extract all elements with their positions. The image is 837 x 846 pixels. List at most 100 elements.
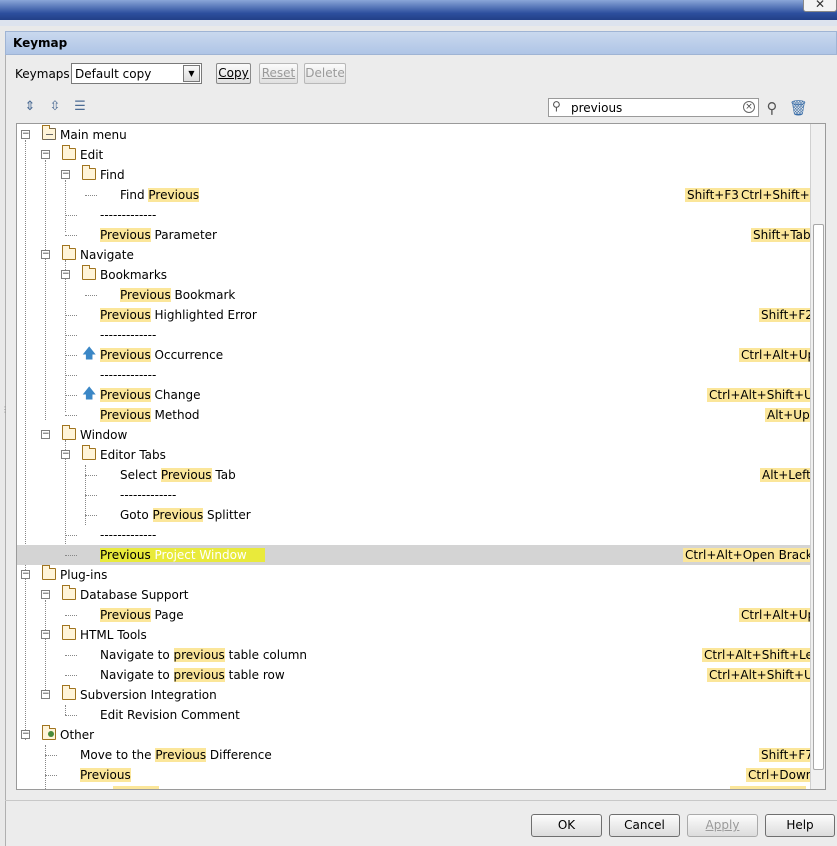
apply-button[interactable]: Apply [687,814,758,837]
scrollbar-thumb[interactable] [813,224,824,770]
tree-node-main-menu[interactable]: − Main menu [17,125,810,145]
tree-action-previous-bookmark[interactable]: Previous Bookmark [17,285,810,305]
chevron-down-icon[interactable]: ▼ [183,65,200,82]
tree-action-previous[interactable]: Previous Ctrl+Down [17,765,816,785]
tree-action-previous-project-window[interactable]: Previous Project Window Ctrl+Alt+Open Br… [17,545,825,565]
search-field[interactable]: ⚲ × [548,98,759,117]
action-label: Navigate to previous table column [100,648,307,662]
tree-node-editor-tabs[interactable]: − Editor Tabs [17,445,810,465]
tree-action-previous-change[interactable]: 🡅 Previous Change Ctrl+Alt+Shift+Up [17,385,823,405]
action-label-text: Difference [206,748,272,762]
collapse-icon[interactable]: − [21,570,30,579]
action-label-text: Move to the [80,748,156,762]
collapse-all-icon[interactable]: ⇳ [47,99,63,115]
cancel-button-label: Cancel [624,818,665,832]
tree-line [45,775,57,776]
clear-filter-icon[interactable]: 🗑 [789,99,808,117]
tree-action-edit-revision-comment[interactable]: Edit Revision Comment [17,705,810,725]
find-by-shortcut-icon[interactable]: ⚲ [763,99,781,117]
tree-node-subversion-integration[interactable]: − Subversion Integration [17,685,810,705]
cancel-button[interactable]: Cancel [609,814,680,837]
tree-line [85,295,97,296]
keymaps-label: Keymaps: [15,67,74,81]
close-window-button[interactable]: ✕ [803,0,837,12]
shortcut-badge: Ctrl+Alt+Open Bracket [683,548,825,562]
collapse-icon[interactable]: − [41,630,50,639]
dialog-title-bar: Keymap [5,31,837,55]
edit-shortcut-icon[interactable]: ☰ [72,99,88,115]
clear-search-icon[interactable]: × [743,101,755,113]
folder-icon [82,265,96,280]
search-input[interactable] [571,101,731,115]
ok-button[interactable]: OK [531,814,602,837]
tree-action-previous-page[interactable]: Previous Page Ctrl+Alt+Up [17,605,818,625]
collapse-icon[interactable]: − [41,430,50,439]
tree-action-previous-parameter[interactable]: Previous Parameter Shift+Tab [17,225,813,245]
shortcut-badge: Shift+Tab [751,228,813,242]
collapse-icon[interactable]: − [41,690,50,699]
tree-action-navigate-previous-table-column[interactable]: Navigate to previous table column Ctrl+A… [17,645,824,665]
keymap-tree[interactable]: − Main menu − Edit − Find Find Previous … [16,123,826,790]
tree-action-goto-previous-splitter[interactable]: Goto Previous Splitter [17,505,810,525]
action-label-text: Find [120,188,149,202]
collapse-icon[interactable]: − [41,590,50,599]
collapse-icon[interactable]: − [61,170,70,179]
tree-node-find[interactable]: − Find [17,165,810,185]
shortcut-badge: Ctrl+Alt+Shift+Up [707,388,823,402]
cut-off-shortcut [730,786,806,789]
expand-all-icon[interactable]: ⇕ [22,99,38,115]
tree-node-html-tools[interactable]: − HTML Tools [17,625,810,645]
action-label: Previous Change [100,388,200,402]
tree-line [65,675,77,676]
collapse-icon[interactable]: − [61,270,70,279]
help-button[interactable]: Help [765,814,835,837]
tree-node-plugins[interactable]: − Plug-ins [17,565,810,585]
copy-button[interactable]: Copy [216,63,251,84]
shortcut-badge: Ctrl+Shift+L [739,188,819,202]
folder-icon [62,685,76,700]
tree-node-database-support[interactable]: − Database Support [17,585,810,605]
action-label-text: Page [150,608,184,622]
arrow-up-icon: 🡅 [82,386,97,402]
search-match: Previous [100,408,151,422]
keymap-select-value: Default copy [75,67,152,81]
tree-scrollbar[interactable] [810,124,825,789]
tree-node-edit[interactable]: − Edit [17,145,810,165]
tree-action-find-previous[interactable]: Find Previous Shift+F3 Ctrl+Shift+L [17,185,819,205]
tree-node-other[interactable]: − Other [17,725,810,745]
action-label: Previous Project Window [97,547,268,563]
tree-action-previous-occurrence[interactable]: 🡅 Previous Occurrence Ctrl+Alt+Up [17,345,818,365]
tree-line [65,715,77,716]
action-label: Previous Parameter [100,228,217,242]
keymap-select[interactable]: Default copy ▼ [71,63,202,84]
action-label-text: Select [120,468,161,482]
collapse-icon[interactable]: − [41,150,50,159]
delete-button[interactable]: Delete [304,63,346,84]
reset-button[interactable]: Reset [259,63,298,84]
collapse-icon[interactable]: − [41,250,50,259]
tree-action-navigate-previous-table-row[interactable]: Navigate to previous table row Ctrl+Alt+… [17,665,823,685]
search-match: Previous [100,388,151,402]
copy-button-label: Copy [218,66,249,80]
resize-grip-icon: ⋮ [1,405,9,414]
collapse-icon[interactable]: − [61,450,70,459]
tree-action-previous-highlighted-error[interactable]: Previous Highlighted Error Shift+F2 [17,305,815,325]
tree-label: Window [80,428,128,442]
tree-node-bookmarks[interactable]: − Bookmarks [17,265,810,285]
tree-action-move-previous-difference[interactable]: Move to the Previous Difference Shift+F7 [17,745,815,789]
menu-folder-icon [42,125,56,140]
tree-action-select-previous-tab[interactable]: Select Previous Tab Alt+Left [17,465,813,525]
tree-node-navigate[interactable]: − Navigate [17,245,810,265]
action-label-text: Highlighted Error [150,308,257,322]
shortcut-badge: Ctrl+Alt+Shift+Up [707,668,823,682]
tree-line [65,335,77,336]
search-icon: ⚲ [552,99,561,113]
tree-node-window[interactable]: − Window [17,425,810,445]
tree-action-previous-method[interactable]: Previous Method Alt+Up [17,405,812,425]
action-label-text: Occurrence [150,348,224,362]
collapse-icon[interactable]: − [21,730,30,739]
tree-label: Editor Tabs [100,448,166,462]
ok-button-label: OK [557,818,576,832]
collapse-icon[interactable]: − [21,130,30,139]
folder-icon [62,625,76,640]
